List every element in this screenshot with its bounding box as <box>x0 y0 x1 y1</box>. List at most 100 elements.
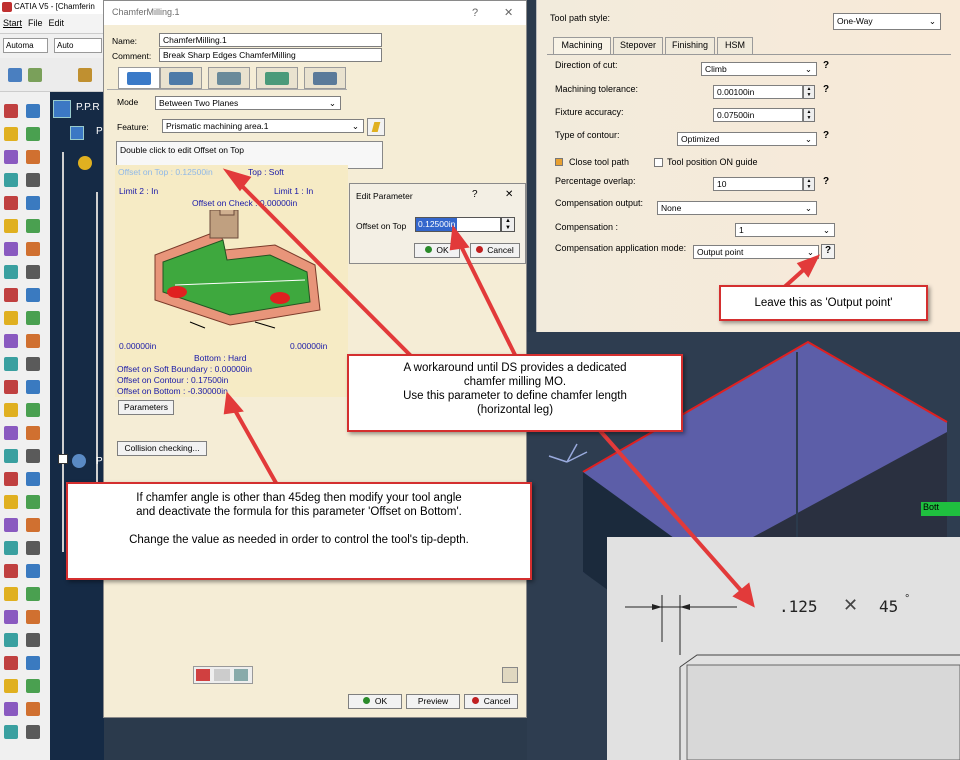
toolbar-icon[interactable] <box>4 633 18 647</box>
toolbar-icon[interactable] <box>26 656 40 670</box>
top-label[interactable]: Top : Soft <box>248 167 284 177</box>
toolbar-icon[interactable] <box>26 380 40 394</box>
name-field[interactable]: ChamferMilling.1 <box>159 33 382 47</box>
contour-type-select[interactable]: Optimized ⌄ <box>677 132 817 146</box>
toolbar-icon[interactable] <box>4 104 18 118</box>
toolbar-icon[interactable] <box>4 610 18 624</box>
toolbar-icon[interactable] <box>26 242 40 256</box>
edit-icon[interactable] <box>502 667 518 683</box>
offset-check-label[interactable]: Offset on Check : 0.00000in <box>192 198 297 208</box>
edit-help-button[interactable]: ? <box>472 189 478 200</box>
help-icon[interactable]: ? <box>823 176 829 187</box>
auto-combo[interactable]: Auto <box>54 38 102 53</box>
toolbar-icon[interactable] <box>4 587 18 601</box>
toolbar-icon[interactable] <box>4 564 18 578</box>
mode-select[interactable]: Between Two Planes ⌄ <box>155 96 341 110</box>
toolbar-icon[interactable] <box>26 449 40 463</box>
feature-select[interactable]: Prismatic machining area.1 ⌄ <box>162 119 364 133</box>
tool-path-style-select[interactable]: One-Way ⌄ <box>833 13 941 30</box>
cancel-button[interactable]: Cancel <box>464 694 518 709</box>
edit-cancel-button[interactable]: Cancel <box>470 243 520 258</box>
toolbar-icon[interactable] <box>26 173 40 187</box>
toolbar-icon[interactable] <box>4 380 18 394</box>
menu-file[interactable]: File <box>25 14 46 32</box>
toolbar-icon[interactable] <box>8 68 22 82</box>
gear-icon[interactable] <box>78 156 92 170</box>
compensation-mode-select[interactable]: Output point ⌄ <box>693 245 819 259</box>
toolbar-icon[interactable] <box>4 311 18 325</box>
toolbar-icon[interactable] <box>26 679 40 693</box>
toolbar-icon[interactable] <box>4 679 18 693</box>
analyze-icon[interactable] <box>234 669 248 681</box>
toolbar-icon[interactable] <box>4 702 18 716</box>
tab-tool[interactable] <box>208 67 250 89</box>
comment-field[interactable]: Break Sharp Edges ChamferMilling <box>159 48 382 62</box>
tab-strategy[interactable] <box>118 67 160 89</box>
tab-macros[interactable] <box>304 67 346 89</box>
toolbar-icon[interactable] <box>78 68 92 82</box>
overlap-input[interactable]: 10 <box>713 177 803 191</box>
help-icon[interactable]: ? <box>823 84 829 95</box>
toolbar-icon[interactable] <box>26 495 40 509</box>
toolbar-icon[interactable] <box>26 472 40 486</box>
bottom-offset-label[interactable]: Offset on Bottom : -0.30000in <box>117 386 228 396</box>
tolerance-input[interactable]: 0.00100in <box>713 85 803 99</box>
edit-close-button[interactable]: ✕ <box>505 189 513 200</box>
preview-button[interactable]: Preview <box>406 694 460 709</box>
toolbar-icon[interactable] <box>4 472 18 486</box>
tab-geometry[interactable] <box>160 67 202 89</box>
toolbar-icon[interactable] <box>4 334 18 348</box>
help-icon[interactable]: ? <box>823 60 829 71</box>
help-icon[interactable]: ? <box>823 130 829 141</box>
product-node-icon[interactable] <box>72 454 86 468</box>
toolbar-icon[interactable] <box>26 426 40 440</box>
limit1-label[interactable]: Limit 1 : In <box>274 186 313 196</box>
toolbar-icon[interactable] <box>26 541 40 555</box>
menu-edit[interactable]: Edit <box>46 14 68 32</box>
toolbar-icon[interactable] <box>4 403 18 417</box>
tolerance-spinner[interactable]: ▲ ▼ <box>803 85 815 99</box>
tree-node-ppr[interactable]: P.P.R <box>76 102 100 113</box>
toolbar-icon[interactable] <box>26 265 40 279</box>
toolbar-icon[interactable] <box>26 196 40 210</box>
toolbar-icon[interactable] <box>4 656 18 670</box>
tree-node-p2[interactable]: P <box>96 456 103 467</box>
tab-feeds[interactable] <box>256 67 298 89</box>
toolbar-icon[interactable] <box>26 725 40 739</box>
toolbar-icon[interactable] <box>28 68 42 82</box>
toolbar-icon[interactable] <box>26 219 40 233</box>
toolbar-icon[interactable] <box>4 219 18 233</box>
toolbar-icon[interactable] <box>4 242 18 256</box>
toolbar-icon[interactable] <box>4 518 18 532</box>
help-button[interactable]: ? <box>472 7 478 19</box>
process-node-icon[interactable] <box>70 126 84 140</box>
toolbar-icon[interactable] <box>26 633 40 647</box>
toolbar-icon[interactable] <box>4 127 18 141</box>
parameters-button[interactable]: Parameters <box>118 400 174 415</box>
dim-right-label[interactable]: 0.00000in <box>290 341 327 351</box>
dim-left-label[interactable]: 0.00000in <box>119 341 156 351</box>
toolbar-icon[interactable] <box>4 449 18 463</box>
toolbar-icon[interactable] <box>26 311 40 325</box>
toolbar-icon[interactable] <box>26 403 40 417</box>
toolbar-icon[interactable] <box>26 610 40 624</box>
bottom-label[interactable]: Bottom : Hard <box>194 353 246 363</box>
toolbar-icon[interactable] <box>26 288 40 302</box>
toolbar-icon[interactable] <box>4 265 18 279</box>
toolbar-icon[interactable] <box>26 104 40 118</box>
toolbar-icon[interactable] <box>26 150 40 164</box>
overlap-spinner[interactable]: ▲ ▼ <box>803 177 815 191</box>
toolbar-icon[interactable] <box>4 426 18 440</box>
offset-top-label[interactable]: Offset on Top : 0.12500in <box>118 167 213 177</box>
fixture-input[interactable]: 0.07500in <box>713 108 803 122</box>
help-icon[interactable]: ? <box>821 244 835 259</box>
toolbar-icon[interactable] <box>4 288 18 302</box>
toolbar-icon[interactable] <box>4 357 18 371</box>
fixture-spinner[interactable]: ▲ ▼ <box>803 108 815 122</box>
toolbar-icon[interactable] <box>26 518 40 532</box>
tab-stepover[interactable]: Stepover <box>613 37 663 54</box>
select-geometry-button[interactable] <box>367 118 385 136</box>
toolbar-icon[interactable] <box>4 495 18 509</box>
tab-finishing[interactable]: Finishing <box>665 37 715 54</box>
menu-start[interactable]: Start <box>0 14 25 32</box>
